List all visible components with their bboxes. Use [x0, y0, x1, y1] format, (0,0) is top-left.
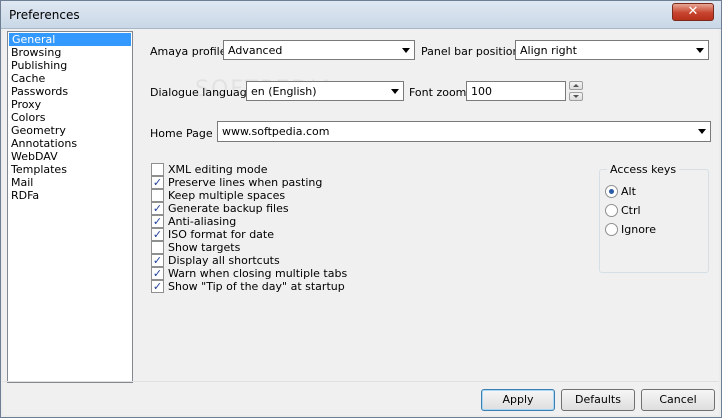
panel-bar-position-value: Align right: [520, 44, 577, 57]
checkbox[interactable]: [151, 241, 164, 254]
panel-bar-position-label: Panel bar position:: [421, 45, 524, 58]
home-page-value: www.softpedia.com: [222, 125, 330, 138]
chevron-down-icon: [402, 48, 410, 53]
radio-button[interactable]: [605, 223, 618, 236]
radio-label: Ctrl: [621, 204, 641, 217]
chevron-down-icon: [391, 89, 399, 94]
category-item-proxy[interactable]: Proxy: [8, 98, 132, 111]
checkbox[interactable]: ✓: [151, 280, 164, 293]
category-item-mail[interactable]: Mail: [8, 176, 132, 189]
font-zoom-down-button[interactable]: [569, 92, 583, 101]
radio-selected-dot: [609, 189, 614, 194]
close-button[interactable]: ✕: [672, 3, 714, 21]
category-list[interactable]: General Browsing Publishing Cache Passwords P…: [7, 31, 133, 383]
cancel-button[interactable]: Cancel: [641, 389, 715, 411]
dialogue-language-label: Dialogue language: [150, 86, 254, 99]
arrow-down-icon: [573, 95, 579, 98]
category-item-templates[interactable]: Templates: [8, 163, 132, 176]
access-keys-title: Access keys: [607, 163, 680, 176]
checkbox[interactable]: ✓: [151, 228, 164, 241]
checkbox-label: Preserve lines when pasting: [168, 176, 323, 189]
checkbox-label: Warn when closing multiple tabs: [168, 267, 348, 280]
title-bar[interactable]: Preferences ✕: [1, 1, 721, 29]
checkbox[interactable]: [151, 163, 164, 176]
radio-label: Ignore: [621, 223, 656, 236]
window-title: Preferences: [9, 8, 80, 22]
defaults-button[interactable]: Defaults: [561, 389, 635, 411]
font-zoom-value: 100: [471, 85, 492, 98]
checkbox-label: ISO format for date: [168, 228, 275, 241]
checkbox[interactable]: ✓: [151, 215, 164, 228]
preferences-window: Preferences ✕ General Browsing Publishing C…: [0, 0, 722, 418]
chevron-down-icon: [696, 48, 704, 53]
category-item-colors[interactable]: Colors: [8, 111, 132, 124]
access-keys-group: [599, 169, 709, 273]
checkbox-label: Keep multiple spaces: [168, 189, 286, 202]
checkbox-label: XML editing mode: [168, 163, 268, 176]
checkbox-label: Anti-aliasing: [168, 215, 237, 228]
panel-bar-position-select[interactable]: Align right: [515, 40, 709, 60]
home-page-combobox[interactable]: www.softpedia.com: [217, 121, 711, 142]
home-page-label: Home Page: [150, 127, 213, 140]
checkbox[interactable]: ✓: [151, 267, 164, 280]
checkbox[interactable]: ✓: [151, 176, 164, 189]
checkbox-label: Show "Tip of the day" at startup: [168, 280, 345, 293]
font-zoom-input[interactable]: 100: [466, 81, 566, 101]
category-item-webdav[interactable]: WebDAV: [8, 150, 132, 163]
apply-button[interactable]: Apply: [481, 389, 555, 411]
radio-label: Alt: [621, 185, 636, 198]
checkbox-label: Display all shortcuts: [168, 254, 280, 267]
category-item-cache[interactable]: Cache: [8, 72, 132, 85]
category-item-passwords[interactable]: Passwords: [8, 85, 132, 98]
amaya-profile-value: Advanced: [228, 44, 283, 57]
category-item-browsing[interactable]: Browsing: [8, 46, 132, 59]
category-item-publishing[interactable]: Publishing: [8, 59, 132, 72]
dialogue-language-value: en (English): [251, 85, 317, 98]
font-zoom-up-button[interactable]: [569, 81, 583, 90]
category-item-general[interactable]: General: [9, 33, 131, 46]
checkbox[interactable]: ✓: [151, 254, 164, 267]
category-item-geometry[interactable]: Geometry: [8, 124, 132, 137]
checkbox-label: Show targets: [168, 241, 241, 254]
checkbox-label: Generate backup files: [168, 202, 289, 215]
category-item-rdfa[interactable]: RDFa: [8, 189, 132, 202]
dialogue-language-select[interactable]: en (English): [246, 81, 404, 101]
amaya-profile-select[interactable]: Advanced: [223, 40, 415, 60]
category-item-annotations[interactable]: Annotations: [8, 137, 132, 150]
radio-button[interactable]: [605, 185, 618, 198]
checkbox[interactable]: ✓: [151, 202, 164, 215]
font-zoom-label: Font zoom: [409, 86, 467, 99]
checkbox[interactable]: [151, 189, 164, 202]
arrow-up-icon: [573, 84, 579, 87]
separator: [3, 381, 719, 382]
dialog-body: General Browsing Publishing Cache Passwords P…: [3, 29, 719, 415]
chevron-down-icon: [698, 129, 706, 134]
amaya-profile-label: Amaya profile:: [150, 45, 231, 58]
radio-button[interactable]: [605, 204, 618, 217]
